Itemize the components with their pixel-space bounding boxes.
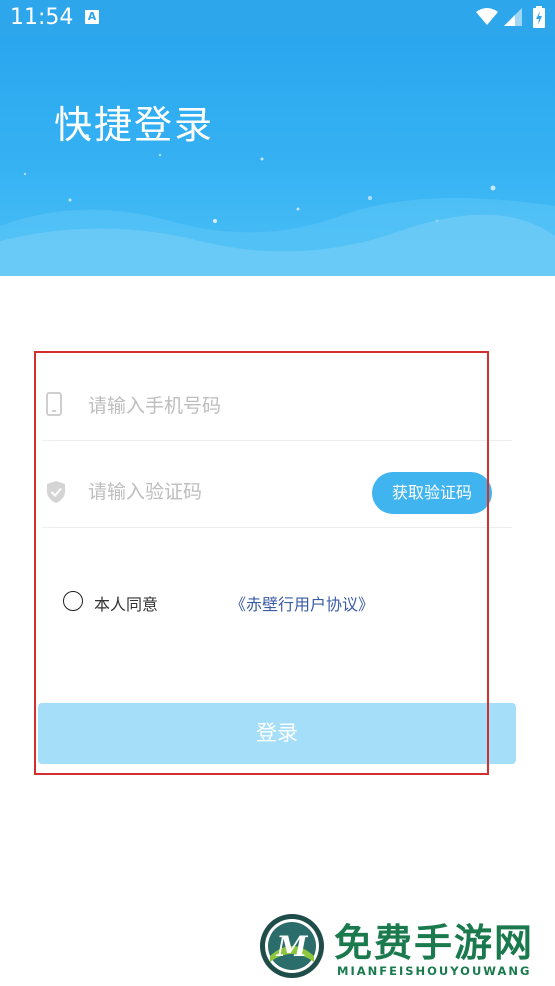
- code-row: 获取验证码: [42, 441, 512, 528]
- header-banner: 快捷登录: [0, 36, 555, 276]
- agree-radio[interactable]: [63, 591, 83, 611]
- status-time: 11:54: [10, 5, 74, 30]
- watermark-title: 免费手游网: [334, 920, 535, 965]
- status-bar: 11:54 A: [0, 0, 555, 36]
- battery-icon: [533, 6, 545, 28]
- phone-input[interactable]: [88, 391, 368, 421]
- watermark-logo-letter: M: [276, 930, 309, 963]
- watermark: M 免费手游网 MIANFEISHOUYOUWANG: [258, 910, 555, 986]
- login-button[interactable]: 登录: [38, 703, 516, 764]
- phone-icon: [46, 392, 62, 416]
- code-input[interactable]: [88, 477, 368, 507]
- watermark-logo-icon: M: [260, 914, 324, 978]
- agree-text: 本人同意: [94, 595, 159, 614]
- header-waves: [0, 198, 555, 276]
- shield-icon: [47, 481, 65, 503]
- watermark-subtitle: MIANFEISHOUYOUWANG: [337, 964, 532, 978]
- notification-a-icon: A: [85, 10, 99, 24]
- phone-row: [42, 354, 512, 441]
- agreement-link[interactable]: 《赤壁行用户协议》: [230, 591, 374, 615]
- signal-icon: [504, 8, 522, 26]
- get-code-button[interactable]: 获取验证码: [372, 472, 492, 514]
- wifi-icon: [476, 8, 498, 25]
